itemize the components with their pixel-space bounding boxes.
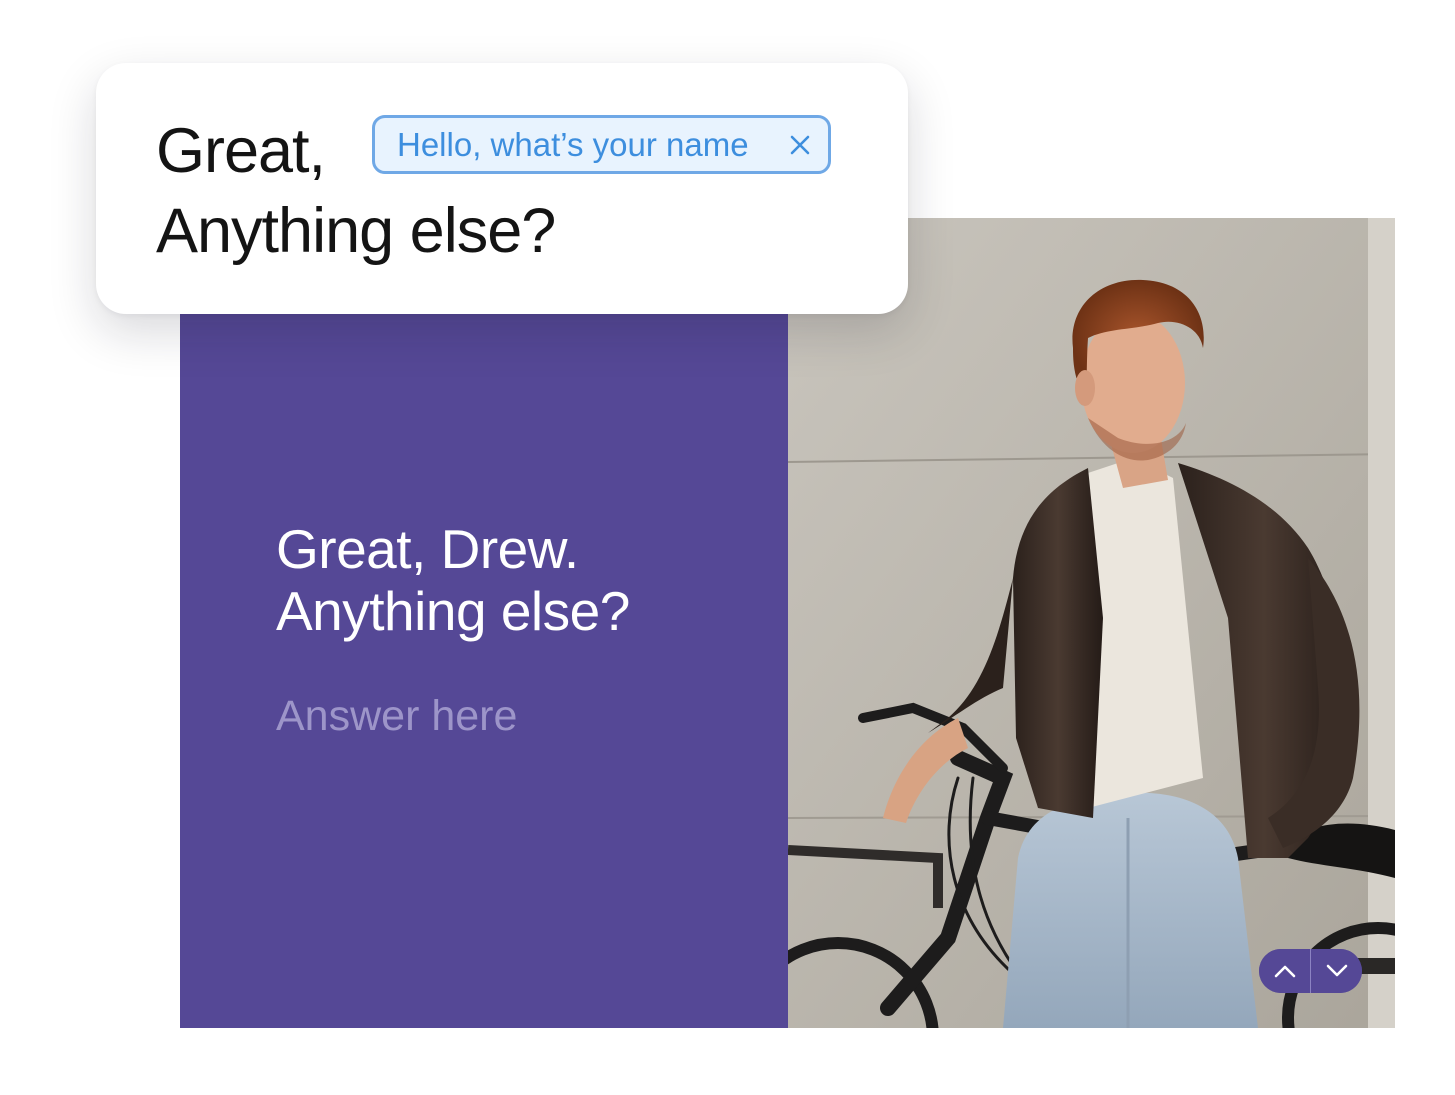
- next-question-button[interactable]: [1311, 949, 1362, 993]
- form-card: Great, Drew. Anything else?: [180, 218, 1395, 1028]
- editor-text-line-2[interactable]: Anything else?: [156, 196, 556, 266]
- recall-variable-chip[interactable]: Hello, what’s your name: [372, 115, 831, 174]
- editor-text-line-1[interactable]: Great,: [156, 116, 326, 186]
- question-editor-card[interactable]: Great, Hello, what’s your name Anything …: [96, 63, 908, 314]
- photo-panel: [788, 218, 1395, 1028]
- question-panel: Great, Drew. Anything else?: [180, 218, 788, 1028]
- recall-variable-label: Hello, what’s your name: [397, 125, 749, 163]
- question-line-2: Anything else?: [276, 580, 630, 642]
- question-title: Great, Drew. Anything else?: [276, 518, 630, 642]
- remove-variable-button[interactable]: [786, 131, 814, 159]
- question-line-1: Great, Drew.: [276, 518, 579, 580]
- chevron-down-icon: [1326, 964, 1347, 977]
- close-icon: [790, 135, 810, 154]
- chevron-up-icon: [1274, 965, 1295, 978]
- previous-question-button[interactable]: [1259, 949, 1310, 993]
- answer-input[interactable]: [276, 688, 716, 744]
- man-with-bicycle-photo: [788, 218, 1395, 1028]
- question-navigation: [1259, 949, 1362, 993]
